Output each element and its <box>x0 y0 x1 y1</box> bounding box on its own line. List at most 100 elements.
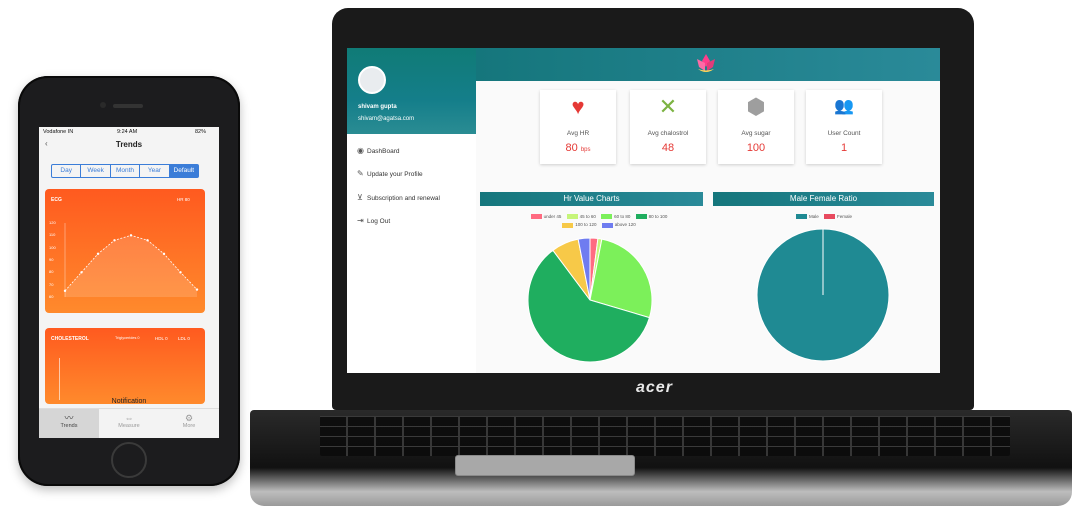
hr-pie-chart <box>528 237 653 363</box>
stat-value: 80 bps <box>565 142 591 154</box>
ecg-y-tick-label: 110 <box>49 232 56 238</box>
user-email: shivam@agatsa.com <box>358 116 415 122</box>
cube-icon: ⬢ <box>746 94 766 119</box>
range-segmented-control[interactable]: Day Week Month Year Default <box>51 164 199 178</box>
tab-more-label: More <box>182 423 196 429</box>
cholesterol-card[interactable]: CHOLESTEROL Triglycerides 0 HDL 0 LDL 0 <box>45 328 205 404</box>
segment-month[interactable]: Month <box>111 165 141 177</box>
avatar[interactable] <box>358 66 386 94</box>
cart-icon: ⊻ <box>357 193 363 202</box>
sidebar-item-label: Log Out <box>367 218 391 225</box>
segment-default[interactable]: Default <box>169 165 199 177</box>
stat-card-avg-sugar: ⬢ Avg sugar 100 <box>718 90 794 164</box>
sidebar-item-label: Update your Profile <box>367 171 423 178</box>
user-name: shivam gupta <box>358 104 397 110</box>
battery-label: 82% <box>195 129 207 135</box>
ratio-chart-title: Male Female Ratio <box>713 192 934 206</box>
segment-week[interactable]: Week <box>81 165 111 177</box>
hdl-label: HDL 0 <box>155 336 168 341</box>
legend-label: Male <box>808 214 819 219</box>
segment-day[interactable]: Day <box>52 165 82 177</box>
page-title: Trends <box>115 140 143 149</box>
sidebar-item-label: Subscription and renewal <box>367 195 440 202</box>
stat-value: 1 <box>840 142 848 154</box>
sidebar: shivam gupta shivam@agatsa.com ◉ DashBoar… <box>347 48 476 373</box>
sidebar-item-profile[interactable]: ✎ Update your Profile <box>357 169 423 178</box>
ecg-point[interactable] <box>63 289 67 293</box>
sidebar-item-logout[interactable]: ⇥ Log Out <box>357 216 390 225</box>
ecg-card[interactable]: ECG HR 80 120 110 100 90 80 70 60 <box>45 189 205 313</box>
ecg-point[interactable] <box>80 271 83 274</box>
laptop-screen: shivam gupta shivam@agatsa.com ◉ DashBoar… <box>347 48 940 373</box>
ecg-point[interactable] <box>129 234 133 237</box>
lotus-logo-icon[interactable] <box>693 51 719 75</box>
legend-swatch <box>824 214 835 220</box>
phone-speaker <box>113 104 143 108</box>
dashboard-icon: ◉ <box>357 146 364 155</box>
legend-label: 45 to 60 <box>579 214 596 219</box>
tab-trends[interactable]: 〰 Trends <box>39 409 99 438</box>
cholesterol-card-title: CHOLESTEROL <box>51 336 89 342</box>
status-time: 9:24 AM <box>117 129 138 135</box>
ecg-point[interactable] <box>113 239 116 242</box>
hr-chart-legend: under 45 45 to 60 60 to 80 80 to 100 100… <box>497 214 697 228</box>
phone-device: Vodafone IN 9:24 AM 82% ‹ Trends Day Wee… <box>18 76 240 486</box>
status-bar: Vodafone IN 9:24 AM 82% <box>39 127 219 137</box>
keyboard-rows <box>320 416 1010 456</box>
top-bar <box>476 48 940 81</box>
legend-label: 60 to 80 <box>614 214 631 219</box>
users-icon: 👥 <box>834 98 854 115</box>
tab-measure-label: Measure <box>118 423 140 429</box>
sidebar-item-subscription[interactable]: ⊻ Subscription and renewal <box>357 193 440 202</box>
ecg-area <box>65 235 197 297</box>
hr-chart-title: Hr Value Charts <box>480 192 703 206</box>
legend-swatch <box>601 214 613 220</box>
ecg-point[interactable] <box>179 271 182 274</box>
touchpad[interactable] <box>455 455 635 476</box>
home-button[interactable] <box>111 442 147 478</box>
ecg-hr-label: HR 80 <box>177 197 190 202</box>
legend-swatch <box>635 214 647 220</box>
ecg-point[interactable] <box>195 288 199 291</box>
notification-label[interactable]: Notification <box>39 398 219 405</box>
ldl-label: LDL 0 <box>178 336 190 341</box>
ecg-card-title: ECG <box>51 197 62 203</box>
stat-card-user-count: 👥 User Count 1 <box>806 90 882 164</box>
stat-value: 100 <box>746 142 766 154</box>
legend-label: Female <box>837 214 853 219</box>
legend-swatch <box>795 214 807 220</box>
ecg-y-tick-label: 100 <box>49 244 56 250</box>
legend-label: 100 to 120 <box>575 222 597 228</box>
stat-card-avg-cholesterol: ✕ Avg chalostrol 48 <box>630 90 706 164</box>
legend-swatch <box>562 222 574 228</box>
stat-label: Avg chalostrol <box>647 130 689 137</box>
stat-label: User Count <box>827 130 861 137</box>
segment-year[interactable]: Year <box>140 165 170 177</box>
ratio-pie-chart <box>756 228 890 362</box>
heart-icon: ♥ <box>571 94 585 119</box>
measure-icon: ⇔ <box>124 413 134 423</box>
ecg-y-tick-label: 120 <box>49 220 56 225</box>
ecg-y-tick-label: 80 <box>49 269 54 275</box>
phone-camera <box>100 102 106 108</box>
tab-bar: 〰 Trends ⇔ Measure ⚙ More <box>39 408 219 438</box>
tab-more[interactable]: ⚙ More <box>159 409 219 438</box>
trend-icon: 〰 <box>64 413 74 423</box>
tab-trends-label: Trends <box>60 423 78 429</box>
legend-label: above 120 <box>614 222 636 228</box>
logout-icon: ⇥ <box>357 216 364 225</box>
phone-screen: Vodafone IN 9:24 AM 82% ‹ Trends Day Wee… <box>39 127 219 438</box>
sidebar-item-dashboard[interactable]: ◉ DashBoard <box>357 146 400 155</box>
more-icon: ⚙ <box>184 413 194 423</box>
ecg-point[interactable] <box>146 239 149 242</box>
sidebar-profile-header: shivam gupta shivam@agatsa.com <box>347 48 476 134</box>
stat-label: Avg HR <box>566 130 590 137</box>
ecg-point[interactable] <box>162 252 166 256</box>
stat-label: Avg sugar <box>741 130 771 137</box>
legend-label: under 45 <box>543 214 562 219</box>
ecg-y-tick-label: 70 <box>49 281 54 287</box>
legend-swatch <box>530 214 542 220</box>
tab-measure[interactable]: ⇔ Measure <box>99 409 159 438</box>
cholesterol-axis <box>59 358 60 400</box>
ecg-point[interactable] <box>96 252 100 256</box>
